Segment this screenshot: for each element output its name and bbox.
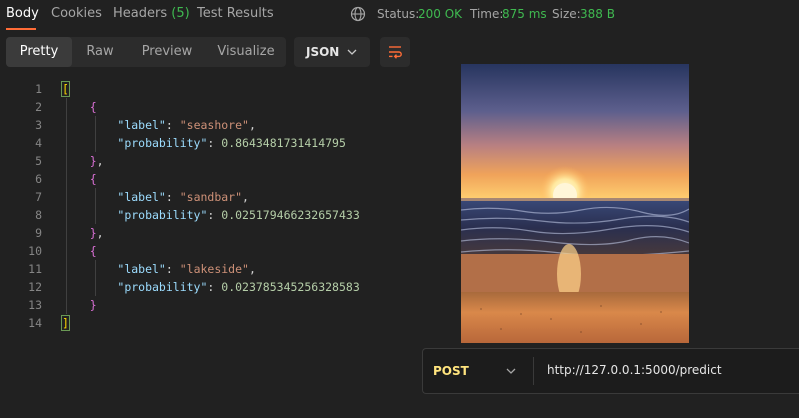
line-number: 12 xyxy=(28,280,42,294)
line-number: 3 xyxy=(35,118,42,132)
tab-cookies[interactable]: Cookies xyxy=(51,6,102,21)
line-number: 7 xyxy=(35,190,42,204)
status-value[interactable]: 200 OK xyxy=(418,7,462,21)
json-key: "label" xyxy=(117,190,166,204)
line-number: 9 xyxy=(35,226,42,240)
json-number-value: 0.023785345256328583 xyxy=(221,280,360,294)
code-token: [ xyxy=(61,81,70,97)
http-method-select[interactable]: POST xyxy=(433,364,469,378)
request-url-input[interactable]: http://127.0.0.1:5000/predict xyxy=(547,363,722,377)
code-token: { xyxy=(89,100,97,114)
line-number: 13 xyxy=(28,298,42,312)
code-token: : xyxy=(165,190,180,204)
code-token: { xyxy=(89,244,97,258)
wrap-lines-icon xyxy=(389,46,402,59)
chevron-down-icon[interactable] xyxy=(506,366,516,376)
tab-headers-label: Headers xyxy=(113,6,168,21)
code-token: , xyxy=(242,190,249,204)
code-token: , xyxy=(96,226,104,240)
tab-test-results[interactable]: Test Results xyxy=(197,6,274,21)
size-label: Size: xyxy=(552,7,581,21)
headers-count-badge: (5) xyxy=(171,6,190,21)
response-tabs: Body Cookies Headers (5) Test Results St… xyxy=(0,0,799,30)
format-dropdown[interactable]: JSON xyxy=(294,37,370,67)
view-preview-button[interactable]: Preview xyxy=(128,37,206,67)
json-key: "label" xyxy=(117,118,166,132)
code-token: , xyxy=(248,262,256,276)
line-number: 1 xyxy=(35,82,42,96)
line-number: 10 xyxy=(28,244,42,258)
size-value[interactable]: 388 B xyxy=(580,7,615,21)
view-mode-switcher: Pretty Raw Preview Visualize xyxy=(6,37,286,67)
format-selected-value: JSON xyxy=(306,45,340,59)
line-number: 5 xyxy=(35,154,42,168)
wrap-lines-button[interactable] xyxy=(380,37,410,67)
code-token: : xyxy=(165,118,180,132)
divider xyxy=(533,357,534,385)
time-value[interactable]: 875 ms xyxy=(502,7,547,21)
json-string-value: "sandbar" xyxy=(179,190,243,204)
status-label: Status: xyxy=(377,7,420,21)
code-token: , xyxy=(248,118,256,132)
code-token: : xyxy=(207,280,222,294)
json-key: "label" xyxy=(117,262,166,276)
line-number: 4 xyxy=(35,136,42,150)
json-string-value: "seashore" xyxy=(179,118,249,132)
json-number-value: 0.8643481731414795 xyxy=(221,136,346,150)
code-token: { xyxy=(89,172,97,186)
code-token: : xyxy=(207,136,222,150)
code-token: : xyxy=(207,208,222,222)
json-number-value: 0.025179466232657433 xyxy=(221,208,360,222)
line-number: 8 xyxy=(35,208,42,222)
line-number: 14 xyxy=(28,316,42,330)
line-number: 6 xyxy=(35,172,42,186)
view-visualize-button[interactable]: Visualize xyxy=(206,37,286,67)
tab-body[interactable]: Body xyxy=(6,6,39,21)
code-token: } xyxy=(89,226,97,240)
code-token: : xyxy=(165,262,180,276)
active-tab-indicator xyxy=(6,28,36,30)
view-pretty-button[interactable]: Pretty xyxy=(6,37,72,67)
json-key: "probability" xyxy=(117,136,208,150)
globe-icon[interactable] xyxy=(350,6,366,22)
code-token: , xyxy=(96,154,104,168)
chevron-down-icon xyxy=(347,49,357,55)
line-number: 2 xyxy=(35,100,42,114)
view-raw-button[interactable]: Raw xyxy=(72,37,128,67)
code-token: } xyxy=(89,154,97,168)
seashore-preview-image xyxy=(461,64,689,343)
json-key: "probability" xyxy=(117,208,208,222)
json-string-value: "lakeside" xyxy=(179,262,249,276)
request-bar: POST http://127.0.0.1:5000/predict xyxy=(422,348,799,394)
json-key: "probability" xyxy=(117,280,208,294)
tab-headers[interactable]: Headers (5) xyxy=(113,6,190,21)
time-label: Time: xyxy=(470,7,504,21)
line-number: 11 xyxy=(28,262,42,276)
code-token: ] xyxy=(61,315,70,331)
code-token: } xyxy=(89,298,97,312)
